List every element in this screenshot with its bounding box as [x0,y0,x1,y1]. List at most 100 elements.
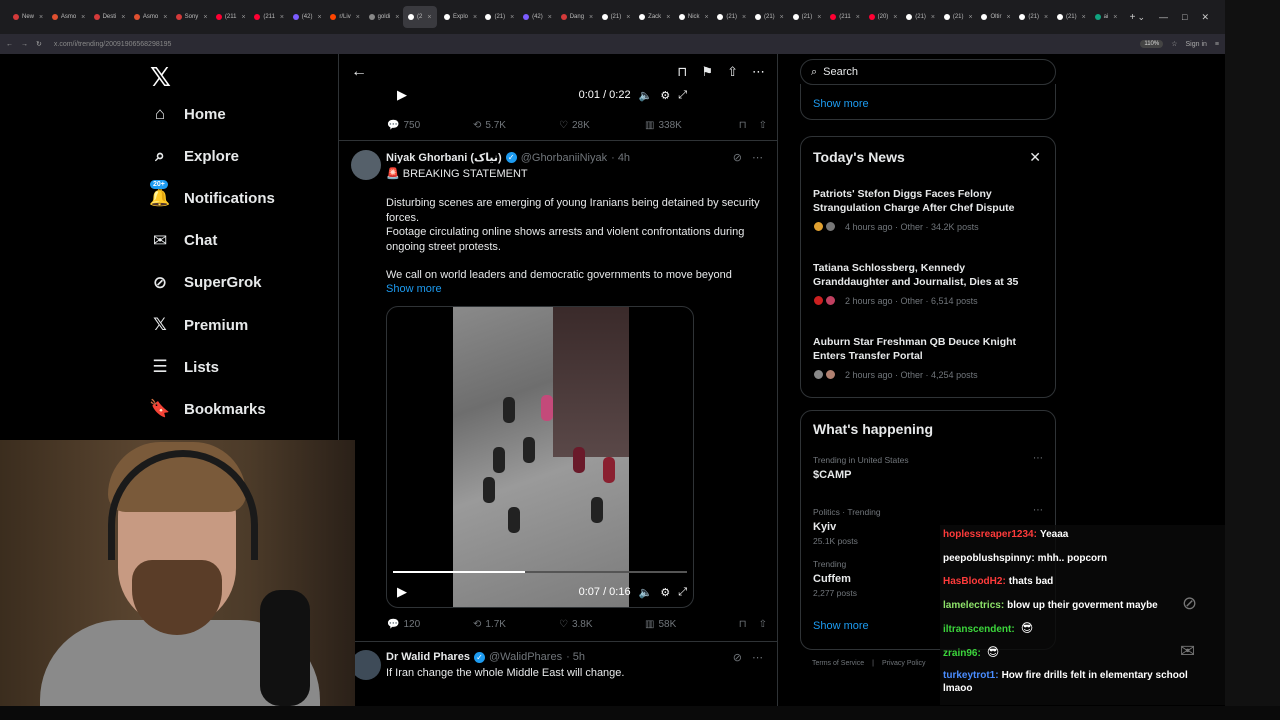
tab-close-icon[interactable]: × [626,14,630,21]
tab-list-icon[interactable]: ⌄ [1137,12,1145,23]
tab-close-icon[interactable]: × [121,14,125,21]
tab-close-icon[interactable]: × [163,14,167,21]
browser-tab[interactable]: (2 × [402,6,437,28]
browser-tab[interactable]: Asmo × [129,6,169,28]
show-more-link[interactable]: Show more [813,620,869,632]
browser-tab[interactable]: (211 × [825,6,861,28]
reply-button[interactable]: 💬 750 [387,120,473,131]
volume-icon[interactable]: 🔈 [639,89,653,102]
browser-tab[interactable]: (21) × [1052,6,1088,28]
tab-close-icon[interactable]: × [510,14,514,21]
more-icon[interactable]: ⋯ [1033,505,1043,516]
tab-close-icon[interactable]: × [1113,14,1117,21]
signin-button[interactable]: Sign in [1186,41,1207,48]
show-more-link[interactable]: Show more [386,283,442,295]
browser-tab[interactable]: (21) × [1014,6,1050,28]
bookmark-icon[interactable]: ⊓ [739,619,747,630]
footer-link[interactable]: | [872,660,874,667]
video-progress-bar[interactable] [393,571,687,573]
share-icon[interactable]: ⇧ [727,64,738,80]
author-name[interactable]: Dr Walid Phares [386,651,470,663]
nav-item-supergrok[interactable]: ⊘ SuperGrok [150,273,262,293]
settings-icon[interactable]: ⚙ [660,586,670,599]
footer-link[interactable]: Privacy Policy [882,660,926,667]
tab-close-icon[interactable]: × [1044,14,1048,21]
more-icon[interactable]: ⋯ [752,151,763,164]
browser-tab[interactable]: (21) × [901,6,937,28]
nav-item-lists[interactable]: ☰ Lists [150,357,219,377]
settings-icon[interactable]: ⚙ [660,89,670,102]
tab-close-icon[interactable]: × [780,14,784,21]
zoom-level[interactable]: 110% [1140,40,1164,48]
tab-close-icon[interactable]: × [473,14,477,21]
views-button[interactable]: ▥ 58K [645,619,731,630]
reply-button[interactable]: 💬 120 [387,619,473,630]
play-icon[interactable]: ▶ [397,87,407,103]
repost-button[interactable]: ⟲ 1.7K [473,619,559,630]
browser-tab[interactable]: Zack × [634,6,672,28]
tab-close-icon[interactable]: × [969,14,973,21]
browser-tab[interactable]: (21) × [939,6,975,28]
browser-tab[interactable]: Asmo × [47,6,87,28]
author-name[interactable]: Niyak Ghorbani (نیاک) [386,151,502,164]
trend-name[interactable]: Kyiv [813,521,836,533]
repost-button[interactable]: ⟲ 5.7K [473,120,559,131]
author-handle[interactable]: @WalidPhares [489,651,562,663]
tab-close-icon[interactable]: × [817,14,821,21]
tab-close-icon[interactable]: × [242,14,246,21]
grok-icon[interactable]: ⊘ [733,151,742,164]
browser-tab[interactable]: Desti × [89,6,127,28]
bookmark-star-icon[interactable]: ☆ [1171,40,1177,48]
browser-tab[interactable]: (42) × [518,6,554,28]
nav-item-notifications[interactable]: 🔔 20+ Notifications [149,180,275,208]
tab-close-icon[interactable]: × [931,14,935,21]
news-headline[interactable]: Patriots' Stefon Diggs Faces Felony Stra… [813,187,1038,215]
tab-close-icon[interactable]: × [856,14,860,21]
minimize-icon[interactable]: — [1159,12,1168,23]
tab-close-icon[interactable]: × [666,14,670,21]
nav-item-bookmarks[interactable]: 🔖 Bookmarks [149,399,265,419]
news-headline[interactable]: Tatiana Schlossberg, Kennedy Granddaught… [813,261,1038,289]
avatar[interactable] [351,150,381,180]
views-button[interactable]: ▥ 338K [645,120,731,131]
author-handle[interactable]: @GhorbaniiNiyak [521,152,607,164]
tab-close-icon[interactable]: × [203,14,207,21]
tab-close-icon[interactable]: × [1082,14,1086,21]
url-field[interactable]: x.com/i/trending/2009190656829819​5 [50,41,1132,48]
browser-tab[interactable]: (211 × [211,6,247,28]
avatar[interactable] [351,650,381,680]
nav-item-home[interactable]: ⌂ Home [150,104,226,124]
fullscreen-icon[interactable]: ⤢ [678,89,687,102]
grok-icon[interactable]: ⊘ [733,651,742,664]
show-more-link[interactable]: Show more [813,98,869,110]
volume-icon[interactable]: 🔈 [639,586,653,599]
tab-close-icon[interactable]: × [317,14,321,21]
browser-tab[interactable]: (21) × [750,6,786,28]
browser-tab[interactable]: Sony × [171,6,209,28]
tab-close-icon[interactable]: × [280,14,284,21]
browser-tab[interactable]: (21) × [480,6,516,28]
close-window-icon[interactable]: ✕ [1201,12,1209,23]
share-icon[interactable]: ⇧ [759,619,767,630]
flag-icon[interactable]: ⚑ [701,64,713,80]
browser-tab[interactable]: ai × [1090,6,1124,28]
nav-item-chat[interactable]: ✉ Chat [150,231,217,251]
x-logo-icon[interactable]: 𝕏 [150,62,171,93]
trend-name[interactable]: $CAMP [813,469,852,481]
tab-close-icon[interactable]: × [427,14,431,21]
tab-close-icon[interactable]: × [395,14,399,21]
close-icon[interactable]: ✕ [1029,149,1041,166]
tab-close-icon[interactable]: × [589,14,593,21]
more-icon[interactable]: ⋯ [752,651,763,664]
new-tab-icon[interactable]: + [1130,12,1136,23]
menu-icon[interactable]: ≡ [1215,41,1219,48]
more-icon[interactable]: ⋯ [1033,453,1043,464]
reload-icon[interactable]: ↻ [36,40,42,48]
news-headline[interactable]: Auburn Star Freshman QB Deuce Knight Ent… [813,335,1038,363]
tweet-video[interactable]: ▶ 0:07 / 0:16 🔈 ⚙ ⤢ [386,306,694,608]
maximize-icon[interactable]: □ [1182,12,1187,23]
browser-tab[interactable]: (21) × [597,6,633,28]
tab-close-icon[interactable]: × [742,14,746,21]
fullscreen-icon[interactable]: ⤢ [678,586,687,599]
browser-tab[interactable]: Explo × [439,6,478,28]
